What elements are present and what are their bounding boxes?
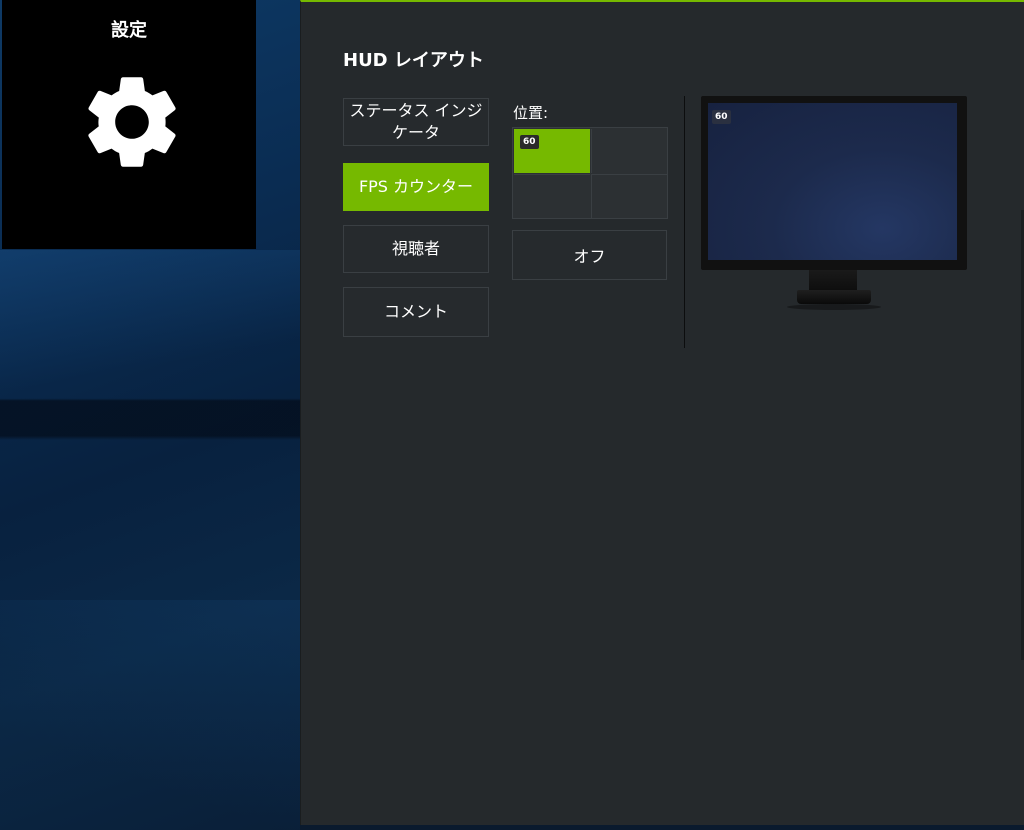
position-bottom-right[interactable] xyxy=(591,174,667,218)
viewers-label: 視聴者 xyxy=(391,239,440,259)
fps-counter-label: FPS カウンター xyxy=(358,177,474,197)
comments-button[interactable]: コメント xyxy=(343,287,489,337)
hud-layout-panel: HUD レイアウト ステータス インジケータ FPS カウンター 視聴者 コメン… xyxy=(300,0,1024,825)
monitor-screen: 60 xyxy=(708,103,957,260)
off-label: オフ xyxy=(573,247,606,266)
vertical-divider xyxy=(684,96,685,348)
viewers-button[interactable]: 視聴者 xyxy=(343,225,489,273)
status-indicator-label: ステータス インジケータ xyxy=(349,101,483,142)
position-top-left[interactable]: 60 xyxy=(514,129,590,173)
position-bottom-left[interactable] xyxy=(514,174,590,218)
app-root: 設定 HUD レイアウト ステータス インジケータ FPS カウンター 視聴者 … xyxy=(0,0,1024,830)
position-top-right[interactable] xyxy=(591,129,667,173)
wallpaper-light-streak-lower xyxy=(0,600,300,830)
settings-title: 設定 xyxy=(111,20,147,41)
position-grid: 60 xyxy=(512,127,668,219)
fps-badge: 60 xyxy=(520,135,539,149)
monitor-shadow xyxy=(787,304,881,310)
monitor-preview: 60 xyxy=(701,96,967,270)
comments-label: コメント xyxy=(383,302,448,322)
settings-tile[interactable]: 設定 xyxy=(2,0,256,249)
preview-fps-badge: 60 xyxy=(712,110,731,124)
off-button[interactable]: オフ xyxy=(512,230,667,280)
fps-counter-button[interactable]: FPS カウンター xyxy=(343,163,489,211)
wallpaper-light-streak xyxy=(0,250,300,400)
panel-title: HUD レイアウト xyxy=(343,50,484,71)
monitor-base xyxy=(797,290,871,304)
status-indicator-button[interactable]: ステータス インジケータ xyxy=(343,98,489,146)
position-label: 位置: xyxy=(513,104,549,122)
gear-icon xyxy=(88,77,176,167)
monitor-neck xyxy=(809,270,857,292)
